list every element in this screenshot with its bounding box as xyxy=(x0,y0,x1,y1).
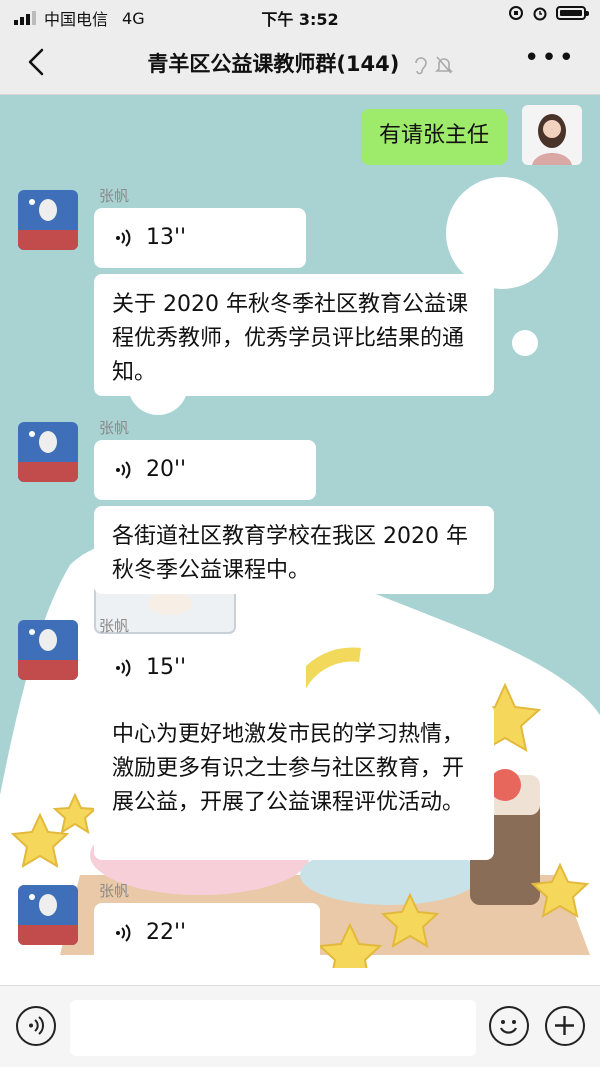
voice-wave-icon xyxy=(116,461,131,479)
voice-duration: 20'' xyxy=(146,457,187,482)
sender-name: 张帆 xyxy=(99,882,130,900)
battery-icon xyxy=(556,6,589,20)
plus-icon xyxy=(555,1016,574,1035)
voice-message[interactable]: 20'' xyxy=(94,440,316,500)
message-text: 关于 2020 年秋冬季社区教育公益课程优秀教师，优秀学员评比结果的通知。 xyxy=(112,292,468,385)
voice-wave-icon xyxy=(29,1016,45,1035)
message-text: 有请张主任 xyxy=(378,123,489,148)
voice-wave-icon xyxy=(116,924,131,942)
message-bubble-mine[interactable]: 有请张主任 xyxy=(360,109,507,165)
message-input[interactable] xyxy=(70,1000,476,1056)
orientation-lock-icon xyxy=(509,6,523,20)
my-avatar[interactable] xyxy=(522,105,582,165)
sender-avatar[interactable] xyxy=(18,422,78,482)
emoji-button[interactable] xyxy=(489,1006,529,1046)
mute-icon xyxy=(434,56,453,74)
text-message[interactable]: 关于 2020 年秋冬季社区教育公益课程优秀教师，优秀学员评比结果的通知。 xyxy=(94,274,494,396)
voice-message[interactable]: 13'' xyxy=(94,208,306,268)
voice-duration: 22'' xyxy=(146,920,187,945)
smile-icon xyxy=(499,1020,518,1034)
sender-name: 张帆 xyxy=(99,617,130,635)
voice-wave-icon xyxy=(116,229,131,247)
voice-message[interactable]: 15'' xyxy=(94,638,306,698)
nav-bar: 青羊区公益课教师群(144) ••• xyxy=(0,30,600,95)
text-message[interactable]: 各街道社区教育学校在我区 2020 年秋冬季公益课程中。 xyxy=(94,506,494,594)
voice-message[interactable]: 22'' xyxy=(94,903,320,963)
chat-area: 有请张主任 张帆 13'' 关于 2020 年秋冬季社区教育公益课程优秀教师，优… xyxy=(0,95,600,985)
sender-name: 张帆 xyxy=(99,187,130,205)
voice-duration: 13'' xyxy=(146,225,187,250)
more-options-icon[interactable]: ••• xyxy=(524,45,576,71)
add-attachment-button[interactable] xyxy=(545,1006,585,1046)
chat-title: 青羊区公益课教师群(144) xyxy=(147,52,400,76)
message-text: 中心为更好地激发市民的学习热情，激励更多有识之士参与社区教育，开展公益，开展了公… xyxy=(112,722,465,815)
status-bar: 中国电信 4G 下午 3:52 xyxy=(0,0,600,30)
chat-title-row: 青羊区公益课教师群(144) xyxy=(0,48,600,78)
sender-avatar[interactable] xyxy=(18,190,78,250)
voice-duration: 15'' xyxy=(146,655,187,680)
sender-avatar[interactable] xyxy=(18,620,78,680)
voice-wave-icon xyxy=(116,659,131,677)
message-text: 各街道社区教育学校在我区 2020 年秋冬季公益课程中。 xyxy=(112,524,468,583)
text-message[interactable]: 中心为更好地激发市民的学习热情，激励更多有识之士参与社区教育，开展公益，开展了公… xyxy=(94,704,494,860)
input-bar xyxy=(0,985,600,1067)
text-message-partial[interactable] xyxy=(94,968,494,985)
sender-avatar[interactable] xyxy=(18,885,78,945)
sender-name: 张帆 xyxy=(99,419,130,437)
alarm-icon xyxy=(533,7,547,21)
voice-input-button[interactable] xyxy=(16,1006,56,1046)
earpiece-icon xyxy=(414,57,427,75)
